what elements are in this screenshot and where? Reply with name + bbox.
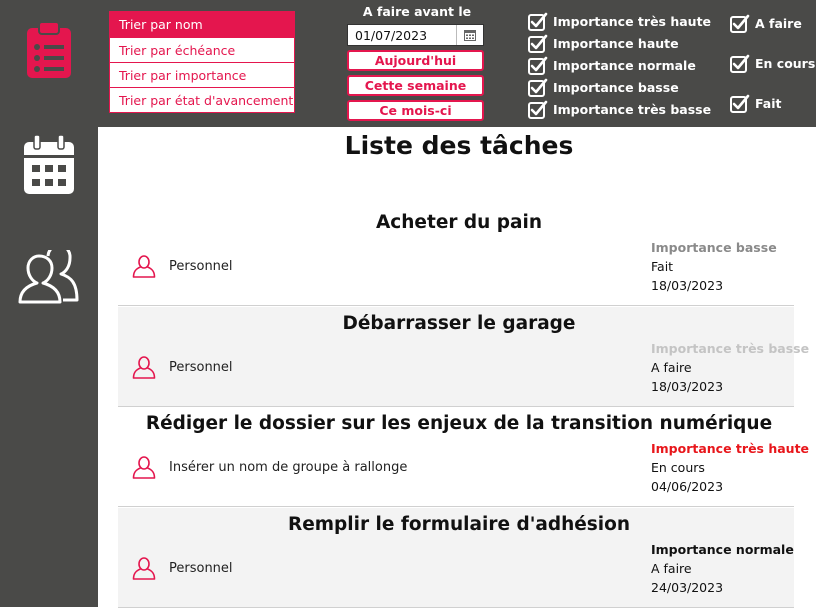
task-card[interactable]: Acheter du pain Personnel Importance bas…	[118, 206, 794, 306]
task-group-name: Personnel	[169, 560, 233, 576]
filter-importance-high[interactable]: Importance haute	[528, 34, 679, 53]
calendar-icon	[24, 135, 74, 194]
clipboard-list-icon	[27, 21, 71, 78]
filter-label: En cours	[755, 56, 816, 71]
task-status: En cours	[651, 460, 705, 475]
checkbox-checked-icon	[528, 78, 548, 97]
checkbox-checked-icon	[730, 54, 750, 73]
task-meta: Importance très haute En cours 04/06/202…	[651, 439, 809, 496]
due-date-value[interactable]: 01/07/2023	[348, 28, 456, 43]
checkbox-checked-icon	[528, 34, 548, 53]
nav-calendar[interactable]	[0, 135, 98, 195]
task-group-name: Insérer un nom de groupe à rallonge	[169, 459, 408, 475]
due-date-label: A faire avant le	[362, 4, 472, 19]
task-importance: Importance très basse	[651, 341, 810, 356]
task-group: Personnel	[132, 556, 233, 580]
user-outline-icon	[132, 356, 156, 379]
task-title: Remplir le formulaire d'adhésion	[287, 514, 631, 535]
task-importance: Importance très haute	[651, 441, 810, 456]
checkbox-checked-icon	[528, 12, 548, 31]
filter-label: Importance très haute	[553, 14, 712, 29]
users-icon	[18, 250, 79, 304]
task-status: Fait	[651, 259, 674, 274]
nav-tasks[interactable]	[0, 20, 98, 80]
filter-label: Importance haute	[553, 36, 679, 51]
task-date: 04/06/2023	[651, 479, 724, 494]
due-date-input[interactable]: 01/07/2023	[347, 24, 484, 46]
task-date: 18/03/2023	[651, 278, 724, 293]
task-date: 24/03/2023	[651, 580, 724, 595]
task-importance: Importance normale	[651, 542, 794, 557]
task-card[interactable]: Rédiger le dossier sur les enjeux de la …	[118, 407, 809, 507]
user-outline-icon	[132, 456, 156, 479]
task-meta: Importance très basse A faire 18/03/2023	[651, 339, 809, 396]
sort-by-importance[interactable]: Trier par importance	[110, 62, 294, 87]
this-week-button[interactable]: Cette semaine	[347, 75, 484, 96]
sort-menu: Trier par nom Trier par échéance Trier p…	[109, 11, 295, 113]
task-meta: Importance basse Fait 18/03/2023	[651, 238, 777, 295]
task-list: Liste des tâches Acheter du pain Personn…	[98, 127, 816, 608]
task-group: Personnel	[132, 254, 233, 278]
task-group: Insérer un nom de groupe à rallonge	[132, 455, 407, 479]
task-card[interactable]: Débarrasser le garage Personnel Importan…	[118, 307, 809, 407]
filter-status-in-progress[interactable]: En cours	[730, 54, 815, 73]
filter-label: Fait	[755, 96, 782, 111]
filter-label: Importance normale	[553, 58, 696, 73]
filter-status-todo[interactable]: A faire	[730, 14, 802, 33]
task-date: 18/03/2023	[651, 379, 724, 394]
user-outline-icon	[132, 557, 156, 580]
filter-importance-normal[interactable]: Importance normale	[528, 56, 696, 75]
task-status: A faire	[651, 561, 692, 576]
sidebar	[0, 0, 98, 607]
filter-status-done[interactable]: Fait	[730, 94, 782, 113]
filter-label: Importance basse	[553, 80, 679, 95]
filter-importance-low[interactable]: Importance basse	[528, 78, 679, 97]
filter-importance-very-low[interactable]: Importance très basse	[528, 100, 711, 119]
this-month-button[interactable]: Ce mois-ci	[347, 100, 484, 121]
sort-by-name[interactable]: Trier par nom	[110, 12, 294, 37]
task-status: A faire	[651, 360, 692, 375]
filter-label: A faire	[755, 16, 802, 31]
task-group-name: Personnel	[169, 258, 233, 274]
checkbox-checked-icon	[528, 100, 548, 119]
task-meta: Importance normale A faire 24/03/2023	[651, 540, 794, 597]
task-group-name: Personnel	[169, 359, 233, 375]
task-title: Débarrasser le garage	[342, 313, 576, 334]
filter-importance-very-high[interactable]: Importance très haute	[528, 12, 711, 31]
today-button[interactable]: Aujourd'hui	[347, 50, 484, 71]
task-title: Rédiger le dossier sur les enjeux de la …	[145, 413, 773, 434]
filter-bar: Trier par nom Trier par échéance Trier p…	[98, 0, 816, 127]
checkbox-checked-icon	[730, 94, 750, 113]
task-importance: Importance basse	[651, 240, 777, 255]
calendar-small-icon	[464, 30, 476, 41]
checkbox-checked-icon	[528, 56, 548, 75]
task-card[interactable]: Remplir le formulaire d'adhésion Personn…	[118, 508, 794, 608]
task-group: Personnel	[132, 355, 233, 379]
sort-by-progress[interactable]: Trier par état d'avancement	[110, 87, 294, 112]
nav-groups[interactable]	[0, 250, 98, 304]
sort-by-deadline[interactable]: Trier par échéance	[110, 37, 294, 62]
checkbox-checked-icon	[730, 14, 750, 33]
page-title: Liste des tâches	[344, 131, 574, 160]
date-picker-button[interactable]	[456, 25, 483, 45]
user-outline-icon	[132, 255, 156, 278]
filter-label: Importance très basse	[553, 102, 712, 117]
task-title: Acheter du pain	[375, 212, 543, 233]
